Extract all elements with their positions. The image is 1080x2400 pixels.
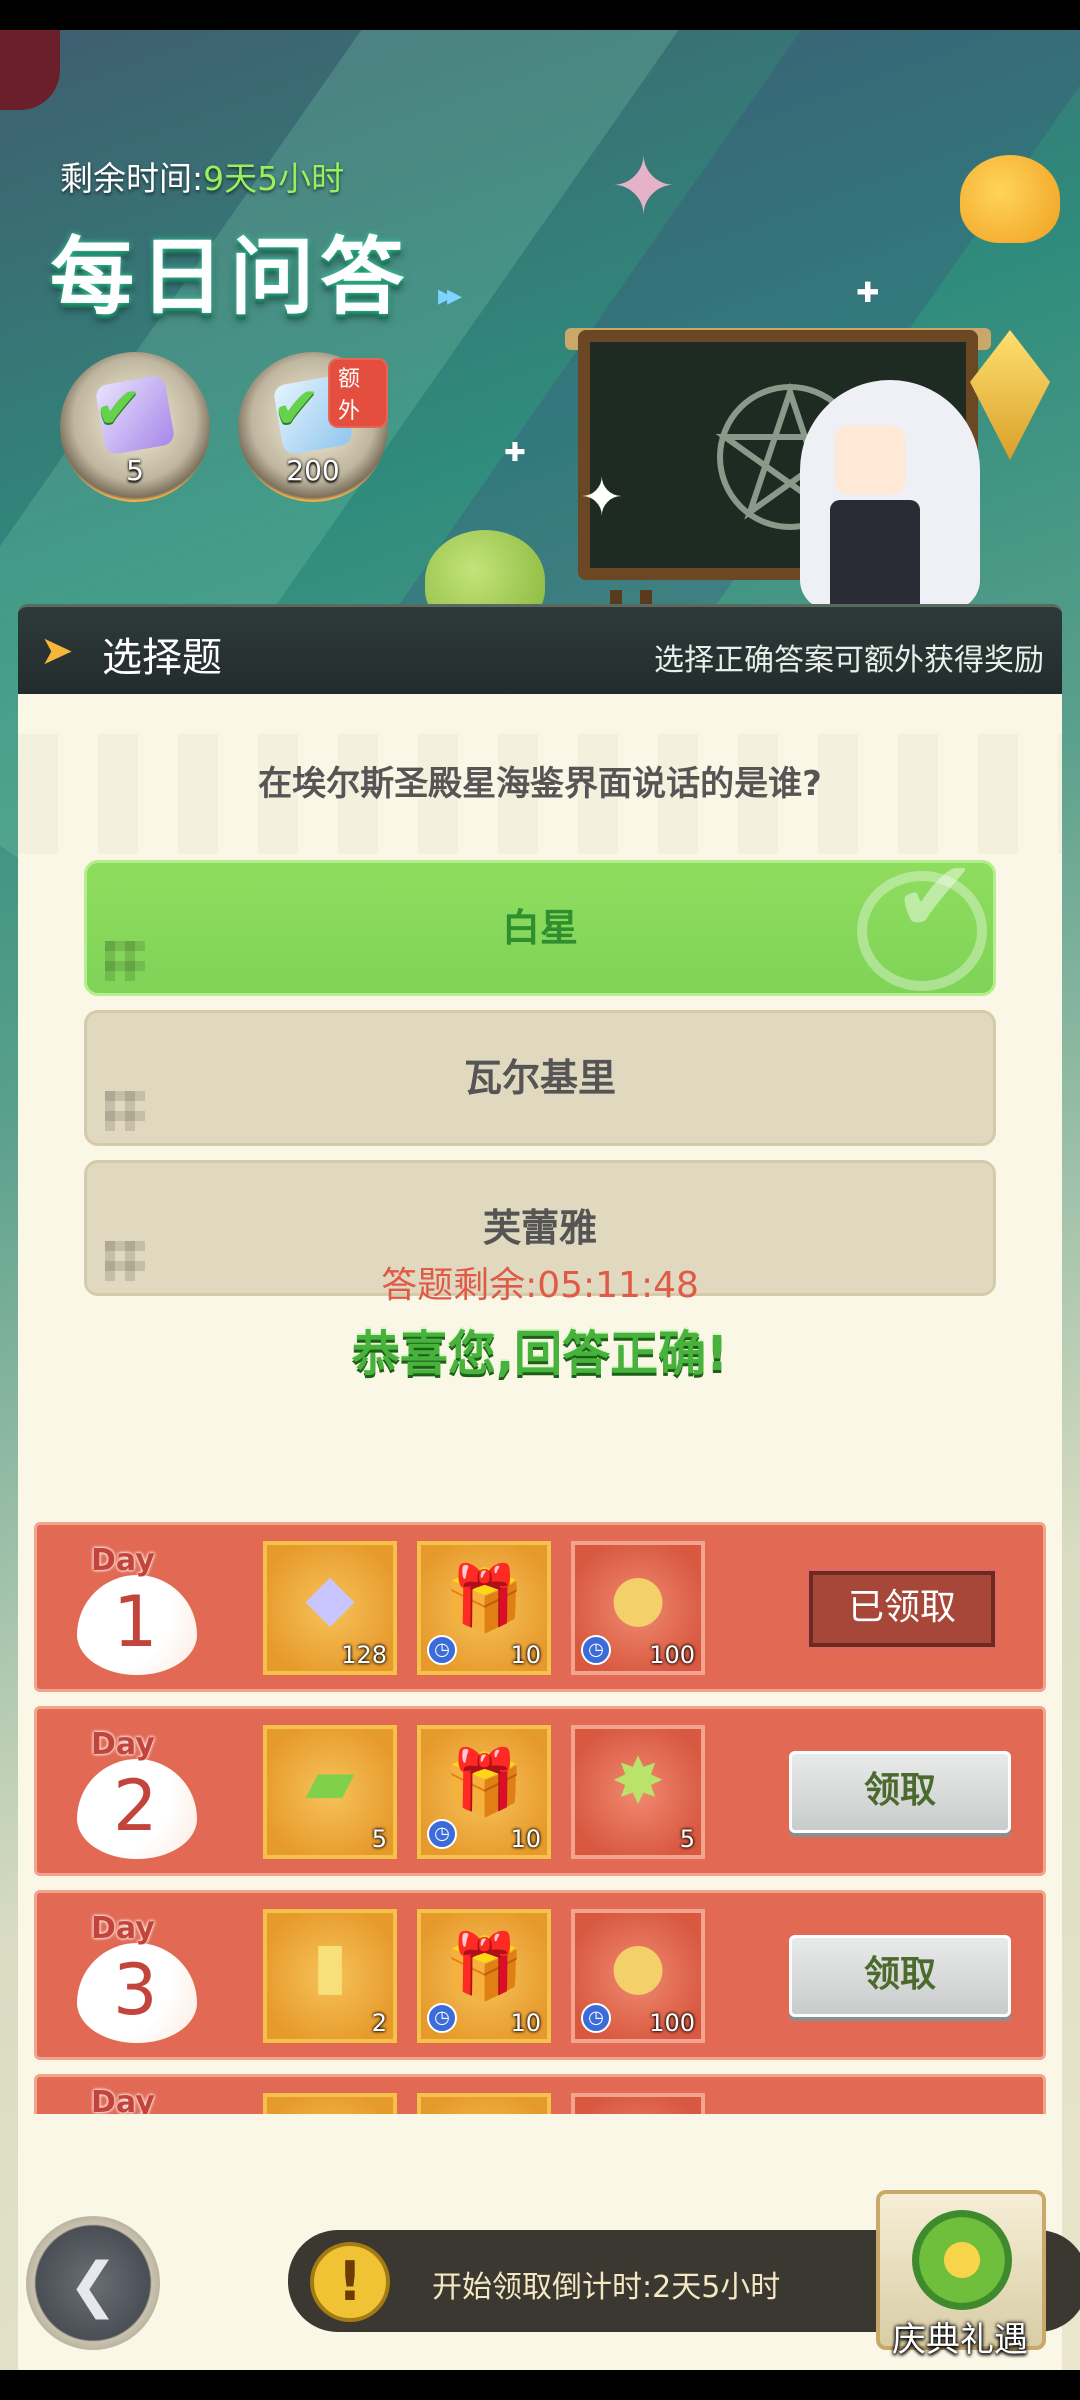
medal-count: 5 <box>126 454 144 487</box>
warning-icon: ! <box>310 2242 390 2322</box>
check-icon: ✔ <box>272 374 321 442</box>
reward-item[interactable]: 🎁 ◷ 10 <box>417 1909 551 2043</box>
answer-label: 白星 <box>501 906 578 950</box>
day-label: Day <box>91 2085 155 2114</box>
reward-item[interactable] <box>417 2093 551 2114</box>
reward-row-day-1: Day 1 ◆ 128 🎁 ◷ 10 ● ◷ 100 已领取 <box>34 1522 1046 1692</box>
red-medal-icon: ● <box>610 1561 666 1635</box>
medal-puzzle[interactable]: ✔ 5 <box>60 352 210 502</box>
item-qty: 10 <box>510 1641 541 1669</box>
reward-row-day-4-clip: Day <box>34 2074 1046 2114</box>
yellow-slime-icon <box>960 155 1060 243</box>
check-icon: ✔ <box>94 374 143 442</box>
claim-button[interactable]: 领取 <box>789 1935 1011 2017</box>
day-heart: Day 3 <box>55 1899 245 2055</box>
claimed-button[interactable]: 已领取 <box>807 1569 997 1649</box>
ticket-icon: ▰ <box>305 1745 355 1819</box>
item-qty: 128 <box>341 1641 387 1669</box>
remaining-time: 剩余时间:9天5小时 <box>60 159 345 198</box>
day-heart: Day 2 <box>55 1715 245 1871</box>
medal-crystal[interactable]: ✔ 200 额外 <box>238 352 388 502</box>
result-message: 恭喜您,回答正确! <box>351 1326 729 1382</box>
diamond-icon: ◆ <box>305 1561 355 1635</box>
answer-label: 瓦尔基里 <box>463 1056 616 1100</box>
question-text: 在埃尔斯圣殿星海鉴界面说话的是谁? <box>258 764 822 804</box>
sparkle-icon: ✦ <box>610 140 678 233</box>
reward-item[interactable]: 🎁 ◷ 10 <box>417 1541 551 1675</box>
countdown-value: 05:11:48 <box>537 1265 699 1306</box>
reward-item[interactable]: ▮ 2 <box>263 1909 397 2043</box>
day-label: Day <box>91 1911 155 1946</box>
gold-card-icon: ▮ <box>312 1929 348 2003</box>
reward-row-day-4: Day <box>34 2074 1046 2114</box>
clock-icon: ◷ <box>581 2003 611 2033</box>
clock-icon: ◷ <box>581 1635 611 1665</box>
day-number: 1 <box>113 1581 158 1663</box>
gift-label: 庆典礼遇 <box>892 2320 1028 2360</box>
item-qty: 2 <box>371 2009 387 2037</box>
reward-item[interactable]: ✸ 5 <box>571 1725 705 1859</box>
day-label: Day <box>91 1543 155 1578</box>
reward-item[interactable] <box>263 2093 397 2114</box>
notice-text: 开始领取倒计时:2天5小时 <box>432 2270 781 2305</box>
clock-icon: ◷ <box>427 1635 457 1665</box>
item-qty: 5 <box>371 1825 387 1853</box>
clock-icon: ◷ <box>427 2003 457 2033</box>
item-qty: 100 <box>649 2009 695 2037</box>
reward-item[interactable] <box>571 2093 705 2114</box>
reward-item[interactable]: 🎁 ◷ 10 <box>417 1725 551 1859</box>
reward-item[interactable]: ● ◷ 100 <box>571 1541 705 1675</box>
day-heart: Day <box>55 2083 245 2114</box>
clock-icon: ◷ <box>427 1819 457 1849</box>
answer-countdown: 答题剩余:05:11:48 <box>381 1265 699 1306</box>
character-body <box>830 500 920 620</box>
corner-decoration <box>0 30 60 110</box>
pixel-pattern <box>105 941 145 981</box>
item-qty: 10 <box>510 1825 541 1853</box>
gift-box-icon: 🎁 <box>444 1562 524 1636</box>
flower-icon <box>912 2210 1012 2310</box>
reward-row-day-2: Day 2 ▰ 5 🎁 ◷ 10 ✸ 5 领取 <box>34 1706 1046 1876</box>
reward-item[interactable]: ● ◷ 100 <box>571 1909 705 2043</box>
sparkle-icon: ✦ <box>580 468 624 528</box>
gift-box-icon: 🎁 <box>444 1930 524 2004</box>
item-qty: 100 <box>649 1641 695 1669</box>
panel-header: ➤ 选择题 选择正确答案可额外获得奖励 <box>18 604 1062 694</box>
claim-button[interactable]: 领取 <box>789 1751 1011 1833</box>
day-label: Day <box>91 1727 155 1762</box>
sparkle-icon: ✚ <box>504 438 526 468</box>
medal-count: 200 <box>286 454 340 487</box>
reward-item[interactable]: ▰ 5 <box>263 1725 397 1859</box>
extra-badge: 额外 <box>328 358 388 428</box>
pixel-pattern <box>105 1091 145 1131</box>
sparkle-icon: ✚ <box>856 276 880 309</box>
back-arrow-icon: ❮ <box>67 2250 119 2320</box>
panel-hint: 选择正确答案可额外获得奖励 <box>654 643 1044 678</box>
day-heart: Day 1 <box>55 1531 245 1687</box>
correct-check-icon: ✔ <box>857 847 987 991</box>
fast-forward-icon: ▸▸ <box>438 278 462 313</box>
day-number: 2 <box>113 1765 158 1847</box>
remaining-time-value: 9天5小时 <box>203 159 345 198</box>
panel-title: 选择题 <box>102 635 222 681</box>
item-qty: 5 <box>679 1825 695 1853</box>
back-button[interactable]: ❮ <box>26 2216 160 2350</box>
answer-option-1[interactable]: 白星 ✔ <box>84 847 996 996</box>
red-medal-icon: ● <box>610 1929 666 2003</box>
day-number: 3 <box>113 1949 158 2031</box>
gift-box-icon: 🎁 <box>444 1746 524 1820</box>
page-title: 每日问答 <box>50 228 411 326</box>
reward-row-day-3: Day 3 ▮ 2 🎁 ◷ 10 ● ◷ 100 领取 <box>34 1890 1046 2060</box>
answer-option-2[interactable]: 瓦尔基里 <box>84 1010 996 1146</box>
answer-label: 芙蕾雅 <box>482 1206 597 1250</box>
reward-item[interactable]: ◆ 128 <box>263 1541 397 1675</box>
screen: 剩余时间:9天5小时 每日问答 ▸▸ ✔ 5 ✔ 200 额外 ✦ ✚ ✚ ✦ … <box>0 30 1080 2370</box>
celebration-gift-button[interactable]: 庆典礼遇 <box>850 2170 1070 2370</box>
arrow-icon: ➤ <box>40 628 74 674</box>
emblem-icon: ✸ <box>611 1745 665 1819</box>
character-face <box>835 425 905 495</box>
item-qty: 10 <box>510 2009 541 2037</box>
